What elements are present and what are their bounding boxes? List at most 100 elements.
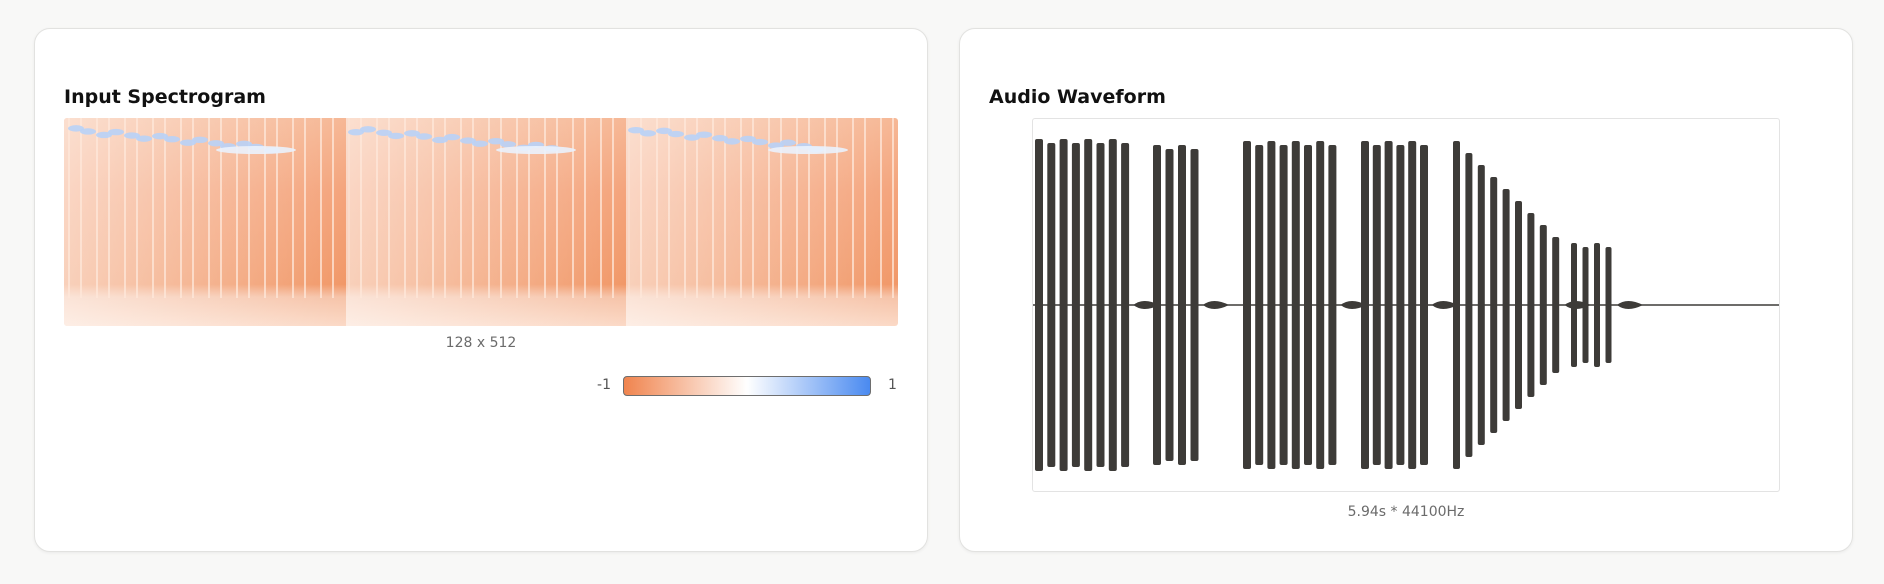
spectrogram-harmonic-blob (500, 141, 516, 148)
waveform-burst (1255, 145, 1264, 465)
spectrogram-onset-line (836, 118, 838, 298)
spectrogram-dimensions: 128 x 512 (445, 335, 517, 351)
spectrogram-segment-fade (626, 118, 898, 326)
spectrogram-onset-line (516, 118, 518, 298)
waveform-burst (1453, 141, 1460, 469)
spectrogram-harmonic-blob (136, 135, 152, 142)
waveform-burst (1571, 243, 1577, 367)
spectrogram-card: Input Spectrogram 128 x 512 -1 1 (34, 28, 928, 552)
waveform-burst (1465, 153, 1473, 457)
spectrogram-onset-line (752, 118, 754, 298)
spectrogram-harmonic-blob (416, 133, 432, 140)
waveform-burst (1490, 177, 1498, 433)
waveform-burst (1408, 141, 1417, 469)
waveform-burst (1420, 145, 1428, 465)
spectrogram-onset-line (584, 118, 586, 298)
waveform-burst (1153, 145, 1161, 465)
spectrogram-onset-line (640, 118, 642, 298)
spectrogram-onset-line (416, 118, 418, 298)
waveform-burst (1059, 139, 1068, 471)
waveform-burst (1594, 243, 1600, 367)
spectrogram-onset-line (292, 118, 294, 298)
spectrogram-onset-line (276, 118, 278, 298)
waveform-burst (1515, 201, 1522, 409)
spectrogram-onset-line (892, 118, 894, 298)
waveform-burst (1071, 143, 1080, 467)
spectrogram-harmonic-blob (640, 130, 656, 137)
spectrogram-onset-line (488, 118, 490, 298)
spectrogram-onset-line (304, 118, 306, 298)
waveform-burst (1243, 141, 1251, 469)
spectrogram-onset-line (612, 118, 614, 298)
spectrogram-onset-line (348, 118, 350, 298)
spectrogram-onset-line (320, 118, 322, 298)
spectrogram-onset-line (600, 118, 602, 298)
spectrogram-segment-fade (64, 118, 346, 326)
spectrogram-onset-line (376, 118, 378, 298)
spectrogram-onset-line (556, 118, 558, 298)
waveform-burst (1539, 225, 1547, 385)
spectrogram-onset-line (824, 118, 826, 298)
waveform-burst (1372, 145, 1381, 465)
spectrogram-onset-line (740, 118, 742, 298)
spectrogram-onset-line (80, 118, 82, 298)
waveform-duration: 5.94s * 44100Hz (1347, 504, 1465, 520)
spectrogram-harmonic-blob (724, 138, 740, 145)
spectrogram-onset-line (724, 118, 726, 298)
waveform-burst (1035, 139, 1043, 471)
spectrogram-onset-line (136, 118, 138, 298)
waveform-burst (1096, 143, 1105, 467)
spectrogram-onset-line (712, 118, 714, 298)
waveform-title: Audio Waveform (989, 86, 1166, 108)
spectrogram-onset-line (152, 118, 154, 298)
spectrogram-onset-line (696, 118, 698, 298)
waveform-burst (1384, 141, 1393, 469)
waveform-burst (1328, 145, 1337, 465)
spectrogram-smear (216, 146, 296, 154)
spectrogram-onset-line (628, 118, 630, 298)
waveform-burst (1582, 247, 1589, 363)
spectrogram-harmonic-blob (780, 139, 796, 146)
spectrogram-harmonic-blob (472, 140, 488, 147)
spectrogram-harmonic-blob (164, 136, 180, 143)
colorbar: -1 1 (595, 376, 899, 398)
waveform-burst (1047, 143, 1056, 467)
spectrogram-onset-line (124, 118, 126, 298)
waveform-burst (1396, 145, 1405, 465)
spectrogram-onset-line (460, 118, 462, 298)
spectrogram-onset-line (388, 118, 390, 298)
waveform-burst (1190, 149, 1199, 461)
spectrogram-harmonic-blob (752, 138, 768, 146)
waveform-burst (1108, 139, 1117, 471)
spectrogram-onset-line (108, 118, 110, 298)
spectrogram-onset-line (332, 118, 334, 298)
spectrogram-harmonic-blob (668, 130, 684, 138)
spectrogram-onset-line (852, 118, 854, 298)
waveform-burst (1316, 141, 1325, 469)
waveform-burst (1084, 139, 1093, 471)
spectrogram-onset-line (444, 118, 446, 298)
spectrogram-onset-line (404, 118, 406, 298)
spectrogram-onset-line (864, 118, 866, 298)
waveform-burst (1605, 247, 1612, 363)
spectrogram-onset-line (880, 118, 882, 298)
spectrogram-onset-line (96, 118, 98, 298)
spectrogram-title: Input Spectrogram (64, 86, 266, 108)
spectrogram-smear (496, 146, 576, 154)
waveform-tail (1203, 301, 1229, 309)
spectrogram-smear (768, 146, 848, 154)
waveform-burst (1552, 237, 1560, 373)
spectrogram-onset-line (656, 118, 658, 298)
spectrogram-onset-line (432, 118, 434, 298)
spectrogram-onset-line (360, 118, 362, 298)
spectrogram-harmonic-blob (388, 132, 404, 140)
spectrogram-harmonic-blob (360, 126, 376, 133)
waveform-burst (1279, 145, 1288, 465)
waveform-card: Audio Waveform 5.94s * 44100Hz (959, 28, 1853, 552)
waveform-plot (1032, 118, 1780, 492)
spectrogram-onset-line (264, 118, 266, 298)
waveform-svg (1033, 139, 1779, 471)
spectrogram-onset-line (68, 118, 70, 298)
waveform-burst (1267, 141, 1276, 469)
spectrogram-harmonic-blob (80, 128, 96, 135)
